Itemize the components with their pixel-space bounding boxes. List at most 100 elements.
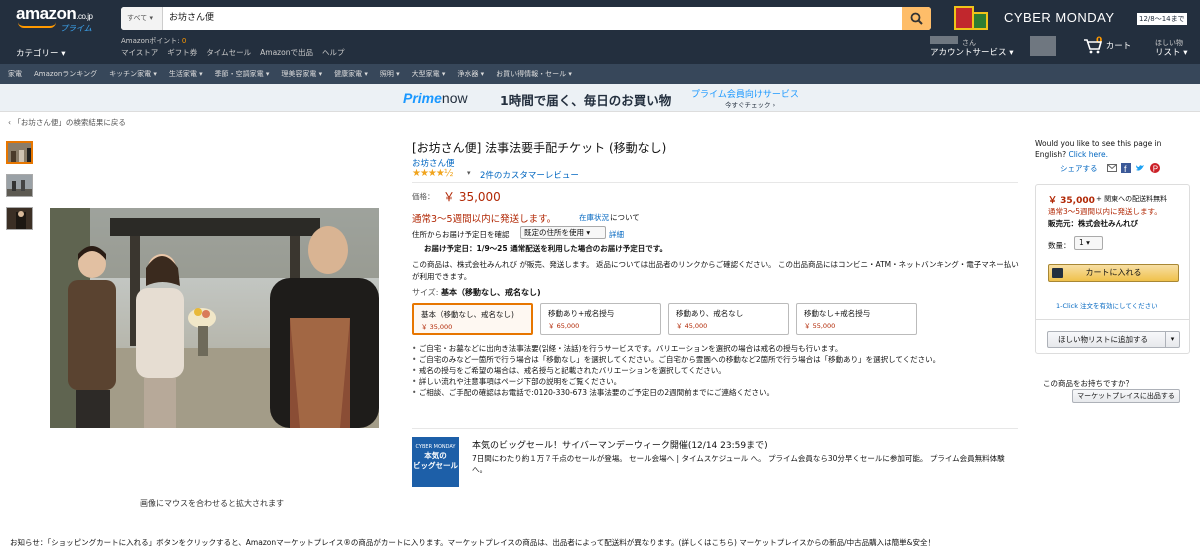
search-icon (910, 12, 923, 25)
email-icon[interactable] (1107, 163, 1117, 173)
cyber-monday-date: 12/8～14まで (1137, 13, 1187, 25)
twitter-icon[interactable] (1135, 163, 1145, 173)
stock-status-link[interactable]: 在庫状況 (579, 212, 609, 223)
points-label[interactable]: Amazonポイント: 0 (121, 36, 186, 46)
gift-icon (954, 6, 974, 30)
feature-bullet: 詳しい流れや注意事項はページ下部の説明をご覧ください。 (412, 376, 1022, 387)
product-thumbnail[interactable] (6, 207, 33, 230)
sub-nav: 家電 Amazonランキング キッチン家電 ▾ 生活家電 ▾ 季節・空調家電 ▾… (0, 64, 1200, 84)
subnav-item[interactable]: 生活家電 ▾ (169, 69, 203, 79)
seller-note: この商品は、株式会社みんれび が販売、発送します。 返品については出品者のリンク… (412, 260, 1019, 281)
divider (412, 182, 1018, 183)
subnav-item[interactable]: 照明 ▾ (380, 69, 400, 79)
reviews-link[interactable]: 2件のカスタマーレビュー (480, 169, 579, 181)
variant-option[interactable]: 移動あり+戒名授与 ￥ 65,000 (540, 303, 661, 335)
nav-link-sell[interactable]: Amazonで出品 (260, 47, 313, 58)
gift-icon (972, 12, 988, 30)
variant-option[interactable]: 基本（移動なし、戒名なし) ￥ 35,000 (412, 303, 533, 335)
delivery-estimate: お届け予定日：1/9～25 通常配送を利用した場合のお届け予定日です。 (424, 244, 667, 253)
feature-bullets: ご自宅・お墓などに出向き法事法要(읽経・法話)を行うサービスです。バリエーション… (412, 343, 1022, 398)
translate-link[interactable]: Click here. (1068, 150, 1108, 159)
search-input[interactable] (167, 7, 901, 30)
divider (1036, 319, 1189, 320)
category-menu[interactable]: カテゴリー ▾ (16, 47, 65, 59)
variant-option[interactable]: 移動なし+戒名授与 ￥ 55,000 (796, 303, 917, 335)
product-thumbnail[interactable] (6, 174, 33, 197)
add-to-cart-button[interactable]: カートに入れる (1048, 264, 1179, 282)
price-label: 価格： (412, 192, 435, 201)
ship-status-tail: について (610, 213, 640, 222)
search-dept-select[interactable]: すべて ▾ (121, 7, 163, 30)
nav-link-mystore[interactable]: マイストア (121, 47, 158, 58)
subnav-item[interactable]: Amazonランキング (34, 69, 97, 79)
sell-prompt: この商品をお持ちですか？ (1043, 379, 1133, 388)
variant-option[interactable]: 移動あり、戒名なし ￥ 45,000 (668, 303, 789, 335)
product-title: [お坊さん便] 法事法要手配チケット (移動なし) (412, 141, 667, 155)
wishlist-menu[interactable]: ほしい物 リスト ▾ (1155, 38, 1187, 58)
star-rating-icon[interactable]: ★★★★½ (412, 168, 454, 179)
buybox-shipping: + 関東への配送料無料 (1096, 195, 1168, 203)
subnav-item[interactable]: 理美容家電 ▾ (281, 69, 322, 79)
thumbnail-image (7, 175, 32, 196)
product-photo (50, 208, 379, 428)
notice-text: お知らせ：「ショッピングカートに入れる」ボタンをクリックすると、Amazonマー… (10, 538, 935, 547)
zoom-hint: 画像にマウスを合わせると拡大されます (140, 499, 284, 508)
subnav-item[interactable]: 家電 (8, 69, 22, 79)
amazon-logo[interactable]: amazon.co.jp (16, 4, 93, 24)
sell-on-marketplace-button[interactable]: マーケットプレイスに出品する (1072, 389, 1180, 403)
feature-bullet: ご相談、ご手配の確認はお電話で:0120-330-673 法事法要のご予定日の2… (412, 387, 1022, 398)
address-detail-link[interactable]: 詳細 (609, 229, 624, 240)
facebook-icon[interactable]: f (1121, 163, 1131, 173)
add-to-wishlist-button[interactable]: ほしい物リストに追加する ▾ (1047, 331, 1180, 348)
product-price: ￥ 35,000 (443, 190, 501, 204)
address-select[interactable]: 既定の住所を使用 ▾ (520, 226, 606, 239)
size-label: サイズ: 基本（移動なし、戒名なし) (412, 288, 541, 297)
address-label: 住所からお届け予定日を確認 (412, 230, 510, 239)
cyber-monday-logo[interactable]: CYBER MONDAY 本気の ビッグセール (412, 437, 459, 487)
subnav-item[interactable]: 健康家電 ▾ (334, 69, 368, 79)
subnav-item[interactable]: 浄水器 ▾ (457, 69, 484, 79)
primenow-banner[interactable]: Primenow 1時間で届く、毎日のお買い物 プライム会員向けサービス 今すぐ… (0, 84, 1200, 112)
cyber-monday-banner[interactable]: CYBER MONDAY 12/8～14まで (952, 6, 1192, 32)
chevron-down-icon[interactable]: ▾ (467, 169, 471, 177)
cart-label: カート (1105, 41, 1132, 52)
ship-status: 通常3～5週間以内に発送します。 (412, 214, 557, 225)
pinterest-icon[interactable]: P (1150, 163, 1160, 173)
divider (412, 428, 1018, 429)
nav-link-timesale[interactable]: タイムセール (206, 47, 251, 58)
share-link[interactable]: シェアする (1060, 163, 1098, 174)
translate-prompt: Would you like to see this page in Engli… (1035, 139, 1162, 159)
subnav-item[interactable]: 大型家電 ▾ (412, 69, 446, 79)
top-nav: amazon.co.jp プライム すべて ▾ CYBER MONDAY 12/… (0, 0, 1200, 64)
subnav-item[interactable]: 季節・空調家電 ▾ (215, 69, 270, 79)
search-button[interactable] (902, 7, 931, 30)
cart-link[interactable]: カート (1083, 38, 1131, 54)
primenow-headline: 1時間で届く、毎日のお買い物 (500, 93, 672, 108)
cyber-monday-title[interactable]: 本気のビッグセール！サイバーマンデーウィーク開催(12/14 23:59まで) (472, 438, 768, 451)
thumbnail-image (7, 208, 32, 229)
quantity-select[interactable]: 1 ▾ (1074, 236, 1103, 250)
cart-icon (1052, 268, 1063, 278)
nav-link-giftcard[interactable]: ギフト券 (167, 47, 197, 58)
subnav-item[interactable]: お買い得情報・セール ▾ (496, 69, 572, 79)
buybox-stock: 通常3～5週間以内に発送します。 (1048, 207, 1162, 216)
feature-bullet: 戒名の授与をご希望の場合は、戒名授与と記載されたバリエーションを選択してください… (412, 365, 1022, 376)
chevron-down-icon[interactable]: ▾ (1165, 332, 1179, 347)
quantity-label: 数量： (1048, 241, 1071, 250)
product-thumbnail[interactable] (6, 141, 33, 164)
logo-smile-icon (18, 22, 56, 28)
feature-bullet: ご自宅のみなど一箇所で行う場合は「移動なし」を選択してください。ご自宅から霊園へ… (412, 354, 1022, 365)
oneclick-link[interactable]: 1-Click 注文を有効にしてください (1056, 300, 1158, 310)
primenow-check-link[interactable]: 今すぐチェック › (725, 99, 775, 109)
breadcrumb[interactable]: ‹ 「お坊さん便」の検索結果に戻る (8, 117, 126, 128)
account-menu[interactable]: さん アカウントサービス ▾ (930, 38, 1013, 58)
search-bar: すべて ▾ (121, 7, 931, 30)
subnav-item[interactable]: キッチン家電 ▾ (109, 69, 157, 79)
nav-link-help[interactable]: ヘルプ (322, 47, 345, 58)
nav-links: マイストア ギフト券 タイムセール Amazonで出品 ヘルプ (121, 47, 344, 58)
redacted-block (1030, 36, 1056, 56)
cyber-monday-label: CYBER MONDAY (1004, 10, 1115, 25)
product-main-image[interactable] (50, 208, 379, 428)
buy-box: ￥ 35,000 + 関東への配送料無料 通常3～5週間以内に発送します。 販売… (1035, 184, 1190, 354)
feature-bullet: ご自宅・お墓などに出向き法事法要(읽経・法話)を行うサービスです。バリエーション… (412, 343, 1022, 354)
